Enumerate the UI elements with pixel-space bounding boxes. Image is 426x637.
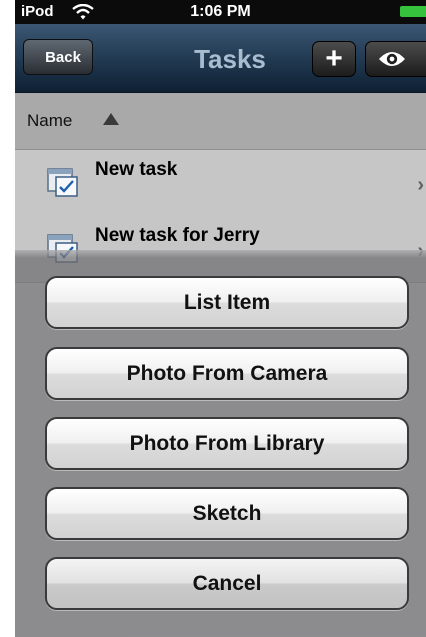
sketch-button[interactable]: Sketch [45, 487, 409, 540]
photo-from-camera-button[interactable]: Photo From Camera [45, 347, 409, 400]
photo-from-library-button[interactable]: Photo From Library [45, 417, 409, 470]
sort-header[interactable]: Name [15, 93, 426, 150]
eye-icon [379, 52, 405, 66]
task-title: New task [95, 159, 178, 180]
list-item-button[interactable]: List Item [45, 276, 409, 329]
action-sheet: List Item Photo From Camera Photo From L… [15, 250, 426, 637]
page-title: Tasks [194, 44, 266, 74]
status-bar: iPod 1:06 PM [15, 0, 426, 24]
add-button[interactable]: + [312, 41, 356, 77]
task-row[interactable]: New task › [15, 150, 426, 217]
chevron-right-icon: › [417, 174, 424, 196]
battery-icon [400, 6, 426, 17]
navigation-bar: Back Tasks + [15, 24, 426, 93]
cancel-button[interactable]: Cancel [45, 557, 409, 610]
task-title: New task for Jerry [95, 225, 260, 246]
status-time: 1:06 PM [190, 3, 251, 20]
sort-label: Name [27, 111, 73, 130]
view-button[interactable] [365, 41, 426, 77]
device-screen: iPod 1:06 PM Back Tasks + Name New task … [15, 0, 426, 637]
task-checkbox-icon [47, 168, 78, 197]
back-button[interactable]: Back [23, 39, 93, 75]
sort-ascending-icon [103, 113, 119, 125]
